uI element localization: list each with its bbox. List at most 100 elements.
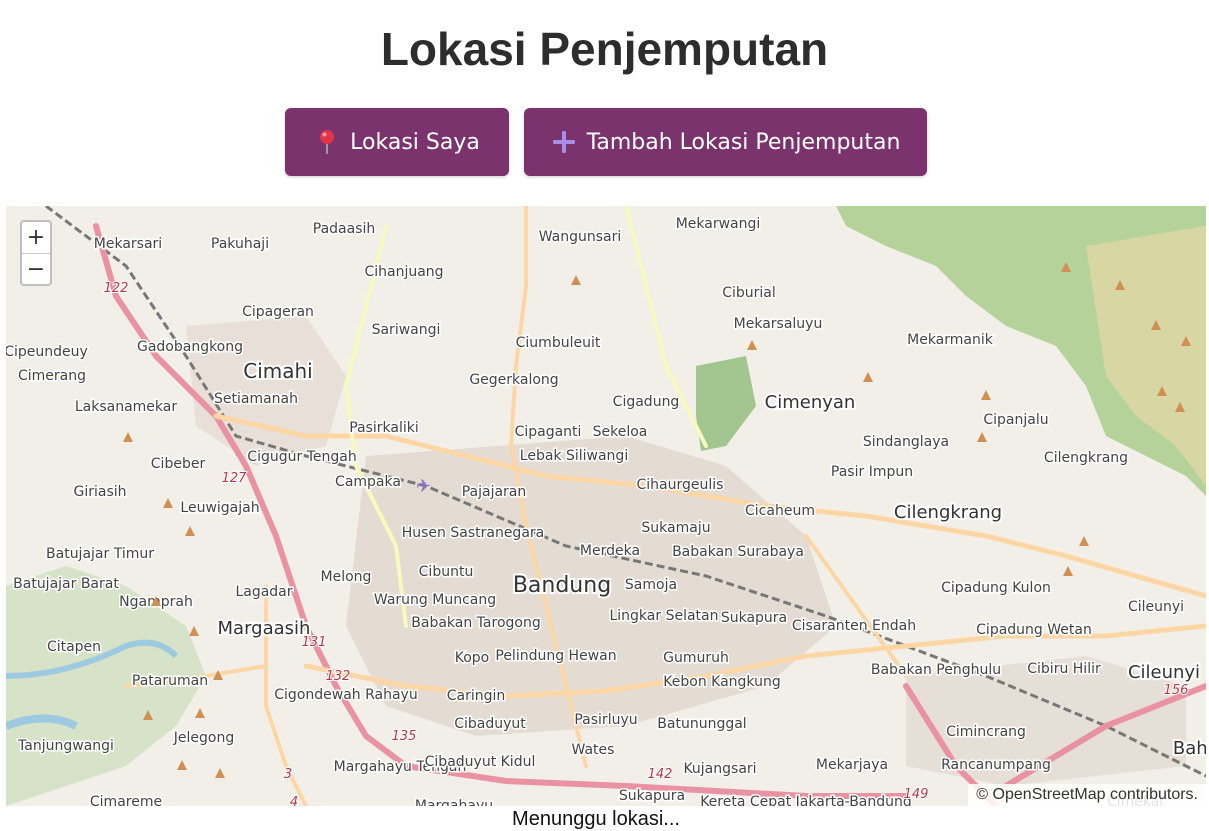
place-label: Pasir Impun <box>831 464 913 480</box>
place-label: Cipanjalu <box>983 412 1048 428</box>
place-label: Kopo <box>455 650 490 666</box>
place-label: Laksanamekar <box>75 399 178 415</box>
place-label: Kujangsari <box>683 761 756 777</box>
add-location-label: Tambah Lokasi Penjemputan <box>586 129 901 155</box>
place-label: Mekarjaya <box>816 757 888 773</box>
place-label: Cilengkrang <box>1044 450 1128 466</box>
place-label: Cigondewah Rahayu <box>274 687 417 703</box>
attribution-suffix: contributors. <box>1109 786 1198 803</box>
plus-icon <box>551 129 577 155</box>
peak-icon <box>185 526 195 536</box>
road-number-label: 156 <box>1164 683 1189 698</box>
my-location-button[interactable]: Lokasi Saya <box>285 108 509 176</box>
peak-icon <box>977 432 987 442</box>
place-label: Lingkar Selatan <box>609 608 718 624</box>
road-number-label: 149 <box>904 787 929 802</box>
osm-link[interactable]: OpenStreetMap <box>993 786 1106 803</box>
place-label-major: Bahu <box>1173 738 1206 759</box>
place-label: Cibeber <box>151 456 206 472</box>
place-label: Citapen <box>47 639 101 655</box>
place-label: Mekarwangi <box>676 216 761 232</box>
place-label: Mekarmanik <box>907 332 994 348</box>
place-label: Cileunyi <box>1128 599 1184 615</box>
peak-icon <box>195 708 205 718</box>
place-label: Cipadung Wetan <box>976 622 1092 638</box>
place-label: Wangunsari <box>539 229 622 245</box>
place-label: Cibuntu <box>419 564 474 580</box>
road-number-label: 122 <box>104 281 129 296</box>
place-label: Samoja <box>625 577 677 593</box>
place-label: Gegerkalong <box>469 372 558 388</box>
pickup-map[interactable]: ✈ Bandung Cimahi Cimenyan Margaasih Cilengkr… <box>6 206 1206 806</box>
peak-icon <box>863 372 873 382</box>
place-label: Pelindung Hewan <box>495 648 616 664</box>
place-label: Cihaurgeulis <box>637 477 724 493</box>
place-label-major: Cileunyi <box>1128 662 1200 683</box>
place-label: Cimerang <box>18 368 86 384</box>
woods-cimenyan <box>696 356 756 451</box>
place-label: Kereta Cepat Jakarta-Bandung <box>700 794 912 806</box>
pin-icon <box>314 129 340 155</box>
place-label: Cibiru Hilir <box>1027 661 1101 677</box>
place-label: Pasirluyu <box>574 712 637 728</box>
place-label-major: Bandung <box>513 573 611 598</box>
place-label: Warung Muncang <box>374 592 496 608</box>
place-label: Pajajaran <box>462 484 527 500</box>
peak-icon <box>571 275 581 285</box>
place-label: Ciumbuleuit <box>516 335 601 351</box>
place-label: Sukapura <box>619 788 685 804</box>
place-label: Leuwigajah <box>180 500 259 516</box>
place-label: Husen Sastranegara <box>402 525 545 541</box>
place-label: Caringin <box>447 688 506 704</box>
place-label-major: Cimenyan <box>765 392 856 413</box>
place-label: Cigugur Tengah <box>247 449 356 465</box>
page-title: Lokasi Penjemputan <box>380 23 829 75</box>
place-label: Cipeundeuy <box>6 344 88 360</box>
place-label: Jelegong <box>173 730 234 746</box>
place-label: Rancanumpang <box>941 757 1051 773</box>
peak-icon <box>123 432 133 442</box>
place-label: Lebak Siliwangi <box>520 448 628 464</box>
place-label: Cimincrang <box>946 724 1026 740</box>
copyright-symbol: © <box>976 786 989 803</box>
my-location-label: Lokasi Saya <box>350 129 480 155</box>
place-label: Cibaduyut <box>454 716 526 732</box>
road-number-label: 132 <box>326 669 351 684</box>
place-label: Gadobangkong <box>137 339 243 355</box>
place-label: Kebon Kangkung <box>663 674 780 690</box>
road-number-label: 135 <box>392 729 417 744</box>
place-label: Cigadung <box>613 394 680 410</box>
place-label: Cipageran <box>242 304 314 320</box>
place-label: Batujajar Timur <box>46 546 154 562</box>
place-label: Melong <box>321 569 372 585</box>
zoom-in-button[interactable]: + <box>22 222 50 254</box>
place-label: Merdeka <box>580 543 640 559</box>
place-label: Cibaduyut Kidul <box>425 754 536 770</box>
peak-icon <box>177 760 187 770</box>
peak-icon <box>981 390 991 400</box>
place-label: Tanjungwangi <box>17 738 114 754</box>
place-label: Cihanjuang <box>364 264 443 280</box>
add-pickup-location-button[interactable]: Tambah Lokasi Penjemputan <box>524 108 927 176</box>
road-number-label: 131 <box>302 635 327 650</box>
place-label: Cipaganti <box>515 424 582 440</box>
place-label: Ciburial <box>722 285 776 301</box>
map-tiles[interactable]: ✈ Bandung Cimahi Cimenyan Margaasih Cilengkr… <box>6 206 1206 806</box>
place-label: Sariwangi <box>372 322 441 338</box>
place-label: Setiamanah <box>214 391 298 407</box>
place-label: Mekarsari <box>94 236 162 252</box>
place-label: Pakuhaji <box>211 236 269 252</box>
place-label: Cicaheum <box>745 503 815 519</box>
place-label: Pataruman <box>132 673 208 689</box>
place-label: Wates <box>572 742 615 758</box>
place-label: Cipadung Kulon <box>941 580 1051 596</box>
place-label: Cimareme <box>90 794 162 806</box>
place-label-major: Margaasih <box>218 618 311 639</box>
peak-icon <box>1063 566 1073 576</box>
place-label: Batujajar Barat <box>13 576 119 592</box>
place-label: Mekarsaluyu <box>734 316 823 332</box>
peak-icon <box>163 498 173 508</box>
peak-icon <box>747 340 757 350</box>
road-number-label: 3 <box>284 767 292 782</box>
zoom-out-button[interactable]: − <box>22 254 50 285</box>
